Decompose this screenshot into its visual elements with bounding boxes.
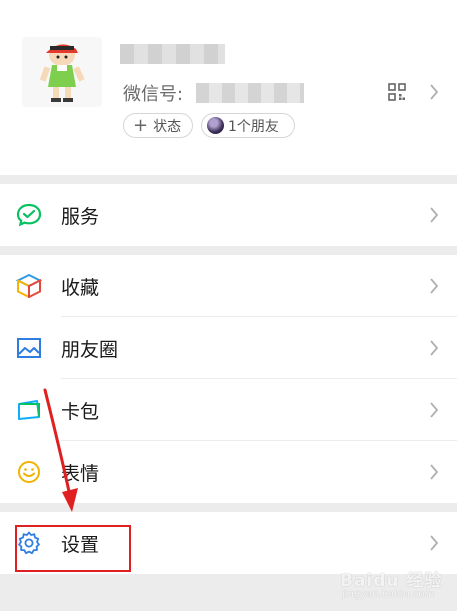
menu-item-stickers[interactable]: 表情 (0, 441, 457, 503)
menu-group-services: 服务 (0, 184, 457, 246)
qr-code-icon[interactable] (388, 83, 406, 101)
menu-label: 卡包 (61, 401, 100, 423)
cartoon-avatar-image (39, 44, 85, 102)
baidu-watermark-url: jingyan.baidu.com (342, 589, 435, 600)
menu-item-card-wallet[interactable]: 卡包 (0, 379, 457, 441)
friends-count-label: 1个朋友 (228, 118, 279, 135)
card-wallet-icon (18, 400, 40, 420)
status-label: 状态 (153, 118, 182, 135)
menu-label: 服务 (61, 206, 100, 228)
sticker-smile-icon (18, 461, 40, 483)
friend-avatar-icon (207, 117, 224, 134)
avatar[interactable] (22, 37, 102, 107)
add-status-button[interactable]: + 状态 (123, 113, 193, 138)
menu-item-favorites[interactable]: 收藏 (0, 255, 457, 317)
chevron-right-icon (430, 535, 439, 551)
chevron-right-icon (430, 207, 439, 223)
menu-item-moments[interactable]: 朋友圈 (0, 317, 457, 379)
chevron-right-icon (430, 464, 439, 480)
annotation-highlight-box (15, 525, 131, 572)
friends-status-button[interactable]: 1个朋友 (201, 113, 295, 138)
wechat-id-blurred (196, 83, 304, 103)
profile-header[interactable]: 微信号: + 状态 1个朋友 (0, 0, 457, 175)
plus-icon: + (133, 114, 149, 136)
chevron-right-icon (430, 278, 439, 294)
wechat-id-label: 微信号: (123, 84, 184, 105)
menu-group-personal: 收藏 朋友圈 卡包 表情 (0, 255, 457, 503)
favorites-cube-icon (16, 274, 42, 298)
moments-image-icon (17, 338, 41, 358)
wechat-pay-icon (16, 203, 42, 227)
menu-label: 朋友圈 (61, 339, 119, 361)
chevron-right-icon[interactable] (428, 83, 440, 101)
chevron-right-icon (430, 340, 439, 356)
chevron-right-icon (430, 402, 439, 418)
menu-item-services[interactable]: 服务 (0, 184, 457, 246)
baidu-watermark: Baidu 经验 (340, 571, 443, 591)
nickname-blurred (120, 44, 225, 64)
menu-label: 收藏 (61, 277, 100, 299)
menu-label: 表情 (61, 463, 100, 485)
